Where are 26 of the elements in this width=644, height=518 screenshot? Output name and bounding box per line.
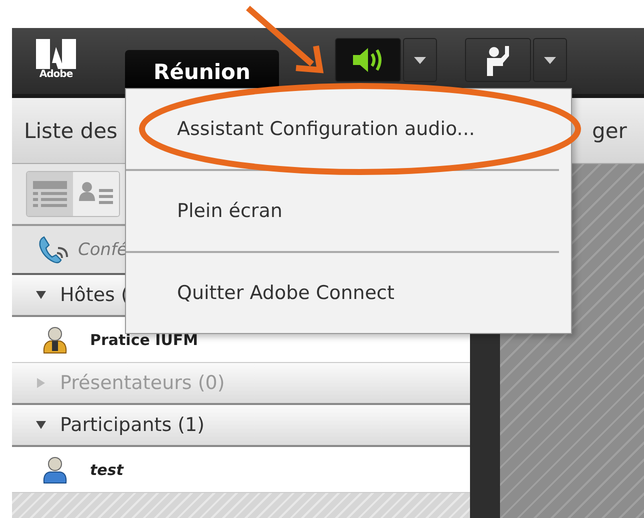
logo-text: Adobe [39,69,73,80]
adobe-logo-icon [36,39,76,69]
caret-icon [544,56,556,64]
group-header[interactable]: Participants (1) [12,405,470,447]
host-avatar-icon [42,326,68,354]
speaker-button[interactable] [335,38,401,82]
expanded-triangle-icon [36,420,46,430]
attendee-name[interactable]: Pratice IUFM [90,330,198,348]
collapsed-triangle-icon [36,378,46,388]
view-toggle-button[interactable] [73,172,119,216]
dropdown-button[interactable] [533,38,567,82]
list-view-icon [33,181,67,207]
caret-icon [414,56,426,64]
conference-label: Confé [78,240,128,260]
dropdown-button[interactable] [403,38,437,82]
panel-title: ger [592,118,627,142]
user-avatar-icon [42,456,68,484]
expanded-triangle-icon [36,290,46,300]
attendee-name[interactable]: test [90,460,124,478]
view-toggle-button[interactable] [27,172,73,216]
menu-item[interactable]: Plein écran [126,171,559,251]
menu-item[interactable]: Quitter Adobe Connect [126,253,559,333]
raise-hand-button[interactable] [465,38,531,82]
phone-icon [38,234,68,264]
contact-card-icon [79,181,113,207]
panel-title: Liste des [24,118,118,142]
